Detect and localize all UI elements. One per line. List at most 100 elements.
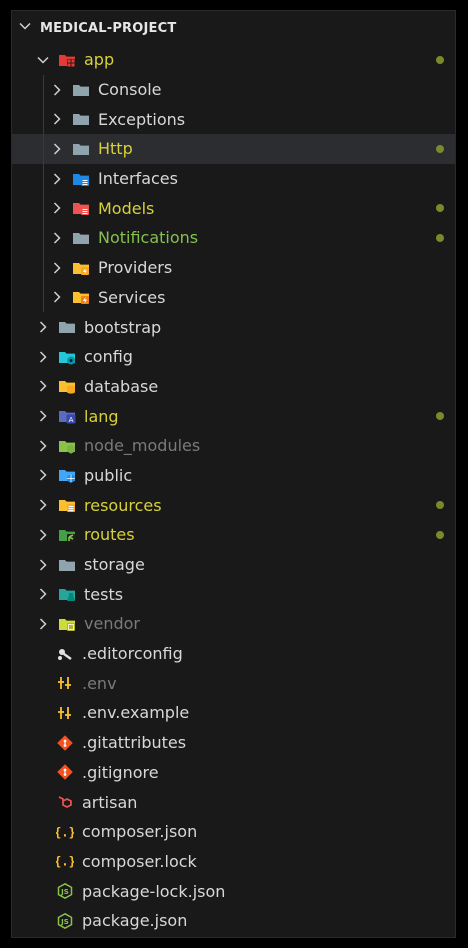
- folder-row-http[interactable]: Http: [12, 134, 455, 164]
- svg-text:A: A: [69, 416, 74, 424]
- chevron-right-icon[interactable]: [48, 261, 66, 275]
- tree-item-label: artisan: [82, 792, 138, 812]
- chevron-right-icon[interactable]: [48, 231, 66, 245]
- folder-row-routes[interactable]: routes: [12, 520, 455, 550]
- chevron-right-icon[interactable]: [48, 172, 66, 186]
- folder-row-app[interactable]: app: [12, 45, 455, 75]
- nodejs-icon: JS: [56, 912, 74, 930]
- tree-item-label: Console: [98, 80, 162, 100]
- folder-providers-icon: [72, 259, 90, 277]
- explorer-section-header[interactable]: MEDICAL-PROJECT: [12, 11, 455, 45]
- chevron-right-icon[interactable]: [34, 498, 52, 512]
- chevron-right-icon[interactable]: [34, 439, 52, 453]
- explorer-title: MEDICAL-PROJECT: [40, 20, 177, 36]
- folder-row-services[interactable]: Services: [12, 282, 455, 313]
- tree-item-label: .gitattributes: [82, 733, 187, 753]
- indent-guide: [43, 163, 44, 194]
- indent-guide: [43, 74, 44, 105]
- file-row-composer-lock[interactable]: {.} composer.lock: [12, 847, 455, 877]
- explorer-panel: MEDICAL-PROJECT app Console Exceptions Http…: [11, 10, 456, 938]
- file-row-dot-env[interactable]: .env: [12, 668, 455, 698]
- file-row-dot-env-example[interactable]: .env.example: [12, 698, 455, 728]
- file-row-dot-gitattributes[interactable]: .gitattributes: [12, 728, 455, 758]
- folder-row-exceptions[interactable]: Exceptions: [12, 104, 455, 135]
- tree-item-label: bootstrap: [84, 317, 162, 337]
- folder-row-notifications[interactable]: Notifications: [12, 223, 455, 253]
- tree-item-label: composer.lock: [82, 851, 197, 871]
- tree-item-label: Notifications: [98, 228, 199, 248]
- folder-lang-icon: A: [58, 407, 76, 425]
- chevron-right-icon[interactable]: [34, 379, 52, 393]
- tree-item-label: Http: [98, 139, 133, 159]
- chevron-right-icon[interactable]: [34, 587, 52, 601]
- folder-row-node-modules[interactable]: node_modules: [12, 431, 455, 461]
- chevron-right-icon[interactable]: [48, 290, 66, 304]
- chevron-right-icon[interactable]: [48, 83, 66, 97]
- file-row-artisan[interactable]: artisan: [12, 787, 455, 817]
- folder-row-resources[interactable]: resources: [12, 490, 455, 520]
- git-icon: [56, 734, 74, 752]
- file-row-dot-gitignore[interactable]: .gitignore: [12, 758, 455, 788]
- folder-config-icon: [58, 348, 76, 366]
- tree-item-label: tests: [84, 584, 124, 604]
- folder-row-providers[interactable]: Providers: [12, 252, 455, 283]
- tree-item-label: .gitignore: [82, 762, 159, 782]
- file-row-package-json[interactable]: JS package.json: [12, 906, 455, 936]
- chevron-right-icon[interactable]: [34, 528, 52, 542]
- folder-row-vendor[interactable]: vendor: [12, 609, 455, 639]
- indent-guide: [43, 134, 44, 164]
- folder-row-config[interactable]: config: [12, 342, 455, 372]
- git-status-dot: [436, 55, 444, 64]
- chevron-down-icon[interactable]: [34, 53, 52, 67]
- tree-item-label: database: [84, 376, 159, 396]
- folder-row-public[interactable]: public: [12, 461, 455, 491]
- file-tree: app Console Exceptions Http Interfaces Models…: [12, 45, 455, 936]
- folder-app-icon: [58, 51, 76, 69]
- chevron-right-icon[interactable]: [34, 320, 52, 334]
- folder-services-icon: [72, 288, 90, 306]
- tree-item-label: vendor: [84, 614, 140, 634]
- folder-row-models[interactable]: Models: [12, 193, 455, 224]
- indent-guide: [43, 282, 44, 313]
- folder-row-tests[interactable]: tests: [12, 579, 455, 609]
- tree-item-label: .editorconfig: [82, 644, 183, 664]
- chevron-right-icon[interactable]: [48, 112, 66, 126]
- folder-models-icon: [72, 199, 90, 217]
- folder-row-storage[interactable]: storage: [12, 550, 455, 580]
- chevron-right-icon[interactable]: [34, 468, 52, 482]
- git-status-dot: [436, 501, 444, 510]
- folder-row-database[interactable]: database: [12, 372, 455, 402]
- tree-item-label: config: [84, 347, 133, 367]
- folder-routes-icon: [58, 526, 76, 544]
- tree-item-label: routes: [84, 525, 135, 545]
- tree-item-label: public: [84, 465, 133, 485]
- tree-item-label: package.json: [82, 911, 188, 931]
- chevron-right-icon[interactable]: [34, 558, 52, 572]
- chevron-right-icon[interactable]: [34, 409, 52, 423]
- git-status-dot: [436, 530, 444, 539]
- env-icon: [56, 674, 74, 692]
- nodejs-icon: JS: [56, 882, 74, 900]
- chevron-right-icon[interactable]: [34, 350, 52, 364]
- folder-row-interfaces[interactable]: Interfaces: [12, 163, 455, 194]
- chevron-right-icon[interactable]: [34, 617, 52, 631]
- indent-guide: [43, 252, 44, 283]
- folder-row-lang[interactable]: Alang: [12, 401, 455, 431]
- chevron-right-icon[interactable]: [48, 142, 66, 156]
- indent-guide: [43, 193, 44, 224]
- tree-item-label: node_modules: [84, 436, 201, 456]
- indent-guide: [43, 104, 44, 135]
- folder-row-bootstrap[interactable]: bootstrap: [12, 312, 455, 342]
- git-status-dot: [436, 144, 444, 153]
- tree-item-label: storage: [84, 555, 145, 575]
- json-icon: {.}: [56, 823, 74, 841]
- folder-icon: [72, 110, 90, 128]
- tree-item-label: package-lock.json: [82, 881, 226, 901]
- file-row-composer-json[interactable]: {.} composer.json: [12, 817, 455, 847]
- file-row-package-lock-json[interactable]: JS package-lock.json: [12, 876, 455, 906]
- file-row-dot-editorconfig[interactable]: .editorconfig: [12, 639, 455, 669]
- chevron-right-icon[interactable]: [48, 201, 66, 215]
- folder-row-console[interactable]: Console: [12, 74, 455, 105]
- tree-item-label: resources: [84, 495, 162, 515]
- folder-resources-icon: [58, 496, 76, 514]
